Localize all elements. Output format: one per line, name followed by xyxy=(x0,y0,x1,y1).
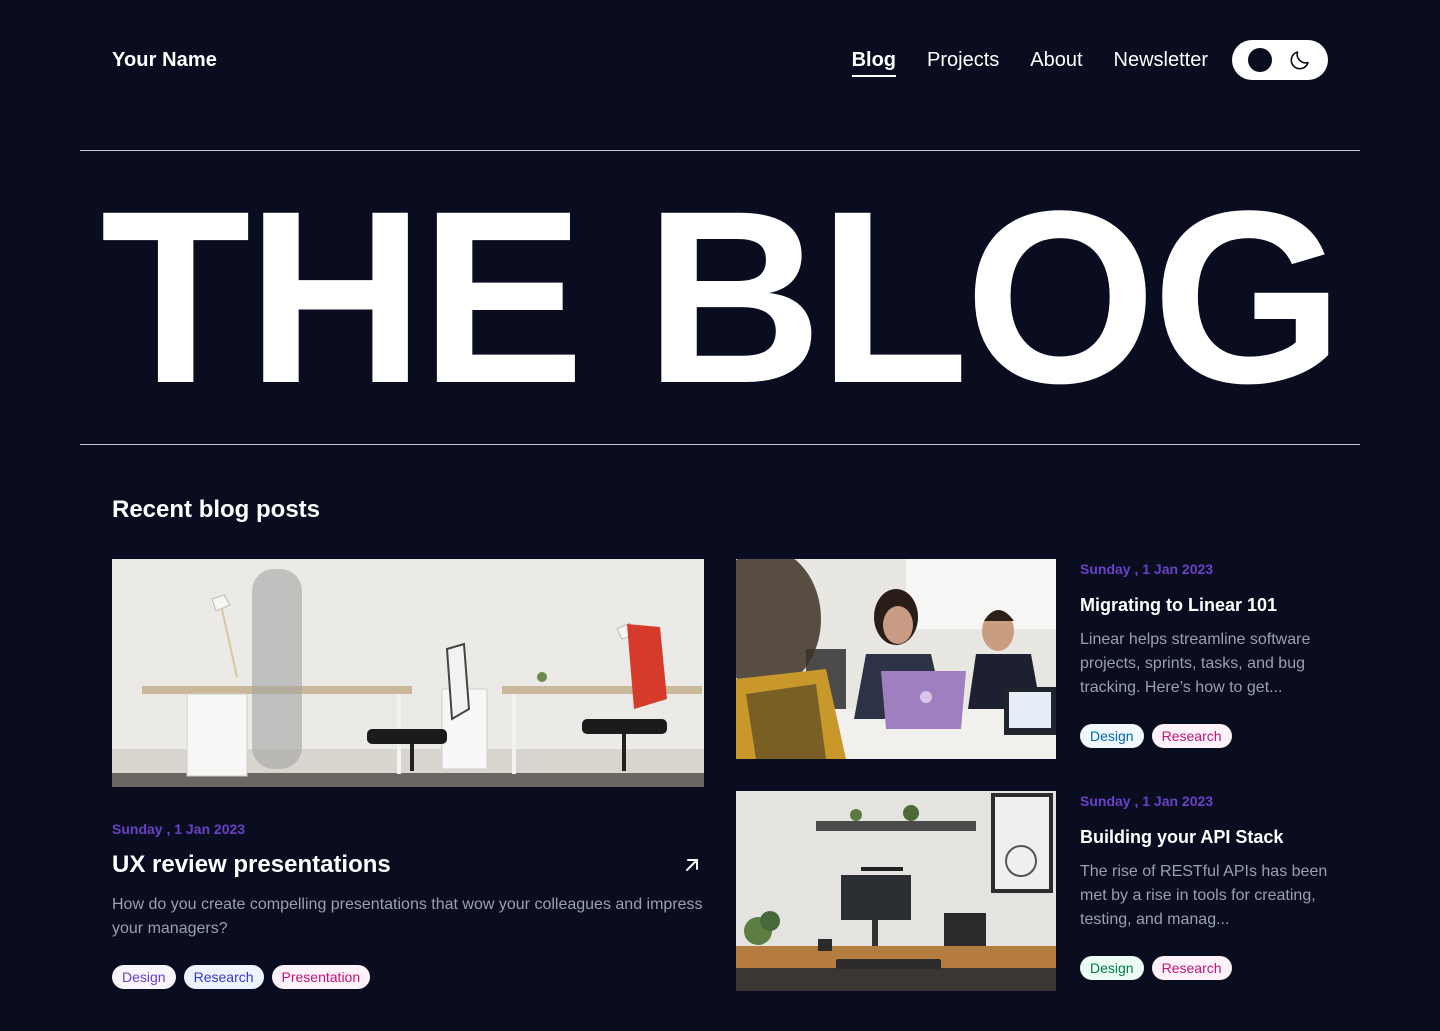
tag-research[interactable]: Research xyxy=(1151,724,1232,748)
featured-post-excerpt: How do you create compelling presentatio… xyxy=(112,896,703,937)
moon-icon xyxy=(1290,51,1309,70)
tag-design[interactable]: Design xyxy=(1080,724,1144,748)
post-title[interactable]: Building your API Stack xyxy=(1080,827,1328,848)
theme-toggle[interactable] xyxy=(1232,40,1328,80)
post-image[interactable] xyxy=(736,791,1056,991)
tag-design[interactable]: Design xyxy=(112,965,176,989)
tag-presentation[interactable]: Presentation xyxy=(271,965,371,989)
nav-link-about[interactable]: About xyxy=(1030,41,1082,80)
post-title[interactable]: Migrating to Linear 101 xyxy=(1080,595,1328,616)
site-header: Your Name Blog Projects About Newsletter xyxy=(112,40,1328,80)
featured-post-image[interactable] xyxy=(112,559,704,787)
post-date: Sunday , 1 Jan 2023 xyxy=(1080,793,1214,809)
featured-post-title[interactable]: UX review presentations xyxy=(112,851,391,879)
tag-research[interactable]: Research xyxy=(183,965,264,989)
blog-post-card[interactable]: Sunday , 1 Jan 2023 Migrating to Linear … xyxy=(736,559,1328,759)
main-nav: Blog Projects About Newsletter xyxy=(851,40,1328,80)
featured-post-date: Sunday , 1 Jan 2023 xyxy=(112,821,246,837)
tag-design[interactable]: Design xyxy=(1080,956,1144,980)
site-name-link[interactable]: Your Name xyxy=(112,49,217,72)
featured-post-title-row: UX review presentations xyxy=(112,851,704,879)
nav-link-projects[interactable]: Projects xyxy=(927,41,999,80)
featured-post-tags: Design Research Presentation xyxy=(112,965,704,989)
hero-title: THE BLOG xyxy=(100,159,1344,435)
post-tags: Design Research xyxy=(1080,956,1328,980)
nav-link-blog[interactable]: Blog xyxy=(851,41,897,80)
post-excerpt: Linear helps streamline software project… xyxy=(1080,631,1311,696)
hero-divider-bottom xyxy=(80,444,1360,445)
post-tags: Design Research xyxy=(1080,724,1328,748)
section-title: Recent blog posts xyxy=(112,496,321,523)
circle-icon xyxy=(1248,48,1272,72)
post-image[interactable] xyxy=(736,559,1056,759)
blog-post-card[interactable]: Sunday , 1 Jan 2023 Building your API St… xyxy=(736,791,1328,991)
post-date: Sunday , 1 Jan 2023 xyxy=(1080,561,1214,577)
nav-link-newsletter[interactable]: Newsletter xyxy=(1114,41,1208,80)
arrow-up-right-icon[interactable] xyxy=(680,853,704,877)
post-body: Sunday , 1 Jan 2023 Migrating to Linear … xyxy=(1080,559,1328,759)
featured-post-card[interactable]: Sunday , 1 Jan 2023 UX review presentati… xyxy=(112,559,704,989)
post-body: Sunday , 1 Jan 2023 Building your API St… xyxy=(1080,791,1328,991)
post-excerpt: The rise of RESTful APIs has been met by… xyxy=(1080,863,1328,928)
tag-research[interactable]: Research xyxy=(1151,956,1232,980)
